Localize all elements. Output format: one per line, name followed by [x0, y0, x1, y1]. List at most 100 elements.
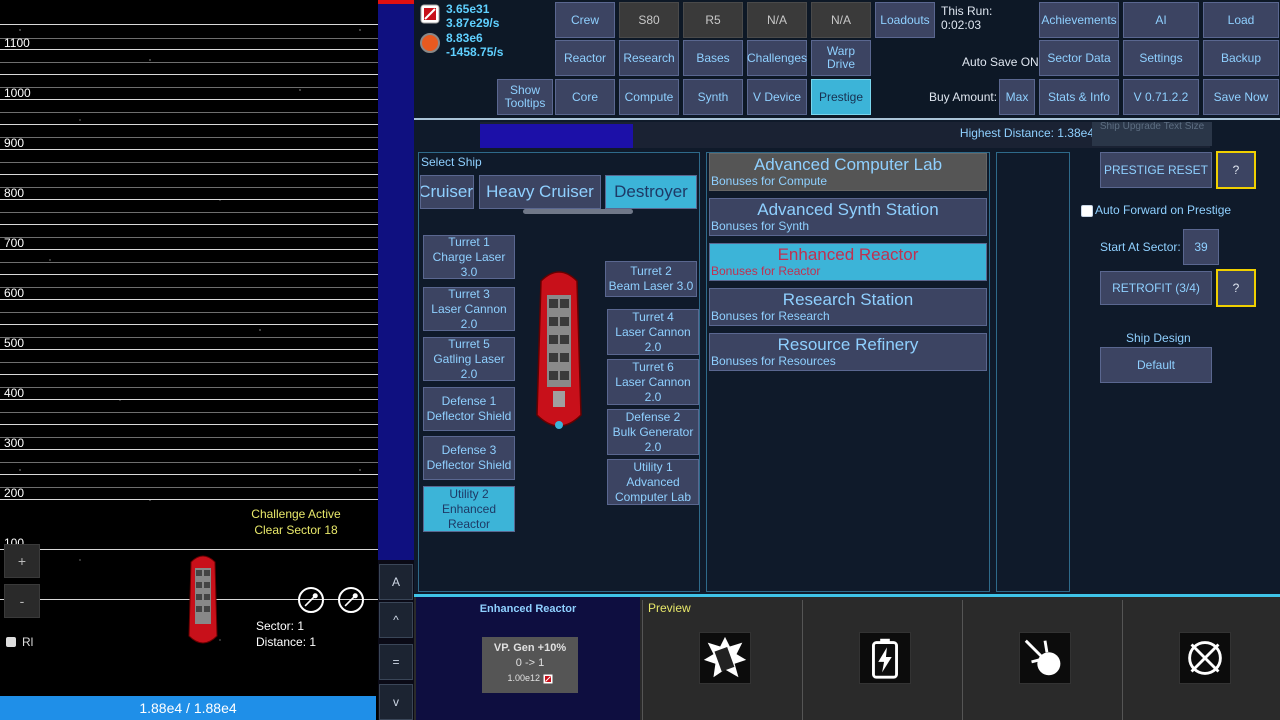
load-button[interactable]: Load [1203, 2, 1279, 38]
grid-line [0, 137, 378, 138]
preview-slot[interactable] [802, 600, 961, 720]
preview-slot[interactable] [642, 600, 801, 720]
grid-line [0, 324, 378, 325]
prestige-help-button[interactable]: ? [1216, 151, 1256, 189]
slot-turret-4[interactable]: Turret 4 Laser Cannon 2.0 [607, 309, 699, 355]
ship-loadout-panel: Select Ship Cruiser Heavy Cruiser Destro… [418, 152, 700, 592]
save-now-button[interactable]: Save Now [1203, 79, 1279, 115]
nav-compute[interactable]: Compute [619, 79, 679, 115]
start-sector-input[interactable]: 39 [1183, 229, 1219, 265]
menu-button[interactable]: = [379, 644, 413, 680]
destroyer-ship-icon [536, 271, 582, 429]
module-title: Research Station [782, 290, 914, 309]
nav-s80[interactable]: S80 [619, 2, 679, 38]
slot-defense-2[interactable]: Defense 2 Bulk Generator 2.0 [607, 409, 699, 455]
ship-tab-label: Cruiser [420, 182, 473, 201]
module-enhanced-reactor[interactable]: Enhanced Reactor Bonuses for Reactor [709, 243, 987, 281]
ship-design-label: Ship Design [1126, 331, 1191, 345]
nav-crew[interactable]: Crew [555, 2, 615, 38]
module-resource-refinery[interactable]: Resource Refinery Bonuses for Resources [709, 333, 987, 371]
achievements-button[interactable]: Achievements [1039, 2, 1119, 38]
backup-button[interactable]: Backup [1203, 40, 1279, 76]
slot-turret-2[interactable]: Turret 2 Beam Laser 3.0 [605, 261, 697, 297]
nav-synth[interactable]: Synth [683, 79, 743, 115]
nav-na-2[interactable]: N/A [811, 2, 871, 38]
nav-r5[interactable]: R5 [683, 2, 743, 38]
slot-defense-1[interactable]: Defense 1 Deflector Shield [423, 387, 515, 431]
module-detail-panel [996, 152, 1070, 592]
ship-tab-heavy-cruiser[interactable]: Heavy Cruiser [479, 175, 601, 209]
matter-icon [543, 674, 553, 684]
grid-line [0, 349, 378, 350]
grid-line [0, 24, 378, 25]
grid-line [0, 474, 378, 475]
nav-na-1[interactable]: N/A [747, 2, 807, 38]
slot-label-line: Computer Lab [614, 489, 692, 504]
preview-slot[interactable] [1122, 600, 1280, 720]
nav-warp-drive[interactable]: Warp Drive [811, 40, 871, 76]
buy-amount-max-button[interactable]: Max [999, 79, 1035, 115]
slot-defense-3[interactable]: Defense 3 Deflector Shield [423, 436, 515, 480]
retrofit-button[interactable]: RETROFIT (3/4) [1100, 271, 1212, 305]
buy-amount-label: Buy Amount: [929, 90, 998, 104]
ship-tab-cruiser[interactable]: Cruiser [420, 175, 474, 209]
scroll-down-button[interactable]: v [379, 684, 413, 720]
energy-orb-icon [420, 33, 440, 53]
grid-line [0, 287, 378, 288]
distance-label: 800 [4, 186, 25, 200]
distance-label: 400 [4, 386, 25, 400]
ship-design-select[interactable]: Default [1100, 347, 1212, 383]
upgrade-card[interactable]: VP. Gen +10% 0 -> 1 1.00e12 [482, 637, 578, 693]
ship-tabs-scrollbar[interactable] [523, 209, 633, 214]
grid-line [0, 237, 378, 238]
game-viewport[interactable]: 1100 1000 900 800 700 600 500 400 300 20… [0, 0, 378, 696]
nav-challenges[interactable]: Challenges [747, 40, 807, 76]
slot-turret-1[interactable]: Turret 1 Charge Laser 3.0 [423, 235, 515, 279]
matter-rate: 3.87e29/s [446, 16, 500, 30]
rl-checkbox[interactable]: Rl [6, 635, 33, 649]
settings-button[interactable]: Settings [1123, 40, 1199, 76]
grid-line [0, 299, 378, 300]
version-button[interactable]: V 0.71.2.2 [1123, 79, 1199, 115]
retrofit-help-button[interactable]: ? [1216, 269, 1256, 307]
distance-text: Distance: 1 [256, 635, 317, 649]
nav-bases[interactable]: Bases [683, 40, 743, 76]
show-tooltips-button[interactable]: Show Tooltips [497, 79, 553, 115]
grid-line [0, 62, 378, 63]
grid-line [0, 462, 378, 463]
zoom-in-button[interactable]: + [4, 544, 40, 578]
grid-line [0, 424, 378, 425]
slot-turret-6[interactable]: Turret 6 Laser Cannon 2.0 [607, 359, 699, 405]
slot-label-line: Bulk Generator [612, 424, 694, 439]
nav-core[interactable]: Core [555, 79, 615, 115]
slot-utility-1[interactable]: Utility 1 Advanced Computer Lab [607, 459, 699, 505]
grid-line [0, 412, 378, 413]
slot-label-line: 2.0 [644, 389, 662, 404]
slot-label-line: Utility 2 [449, 486, 489, 501]
slot-turret-3[interactable]: Turret 3 Laser Cannon 2.0 [423, 287, 515, 331]
loadouts-button[interactable]: Loadouts [875, 2, 935, 38]
nav-reactor[interactable]: Reactor [555, 40, 615, 76]
sector-data-button[interactable]: Sector Data [1039, 40, 1119, 76]
scroll-up-button[interactable]: ^ [379, 602, 413, 638]
slot-label-line: 2.0 [644, 339, 662, 354]
zoom-out-button[interactable]: - [4, 584, 40, 618]
ai-button[interactable]: AI [1123, 2, 1199, 38]
module-advanced-computer-lab[interactable]: Advanced Computer Lab Bonuses for Comput… [709, 153, 987, 191]
stats-info-button[interactable]: Stats & Info [1039, 79, 1119, 115]
preview-slot[interactable] [962, 600, 1121, 720]
module-advanced-synth-station[interactable]: Advanced Synth Station Bonuses for Synth [709, 198, 987, 236]
slot-turret-5[interactable]: Turret 5 Gatling Laser 2.0 [423, 337, 515, 381]
nav-prestige[interactable]: Prestige [811, 79, 871, 115]
nav-v-device[interactable]: V Device [747, 79, 807, 115]
slot-utility-2[interactable]: Utility 2 Enhanced Reactor [423, 486, 515, 532]
challenge-goal-text: Clear Sector 18 [254, 523, 338, 537]
module-research-station[interactable]: Research Station Bonuses for Research [709, 288, 987, 326]
grid-line [0, 49, 378, 50]
distance-label: 700 [4, 236, 25, 250]
auto-forward-checkbox[interactable] [1081, 205, 1093, 217]
prestige-reset-button[interactable]: PRESTIGE RESET [1100, 152, 1212, 188]
ship-tab-destroyer[interactable]: Destroyer [605, 175, 697, 209]
a-button[interactable]: A [379, 564, 413, 600]
nav-research[interactable]: Research [619, 40, 679, 76]
